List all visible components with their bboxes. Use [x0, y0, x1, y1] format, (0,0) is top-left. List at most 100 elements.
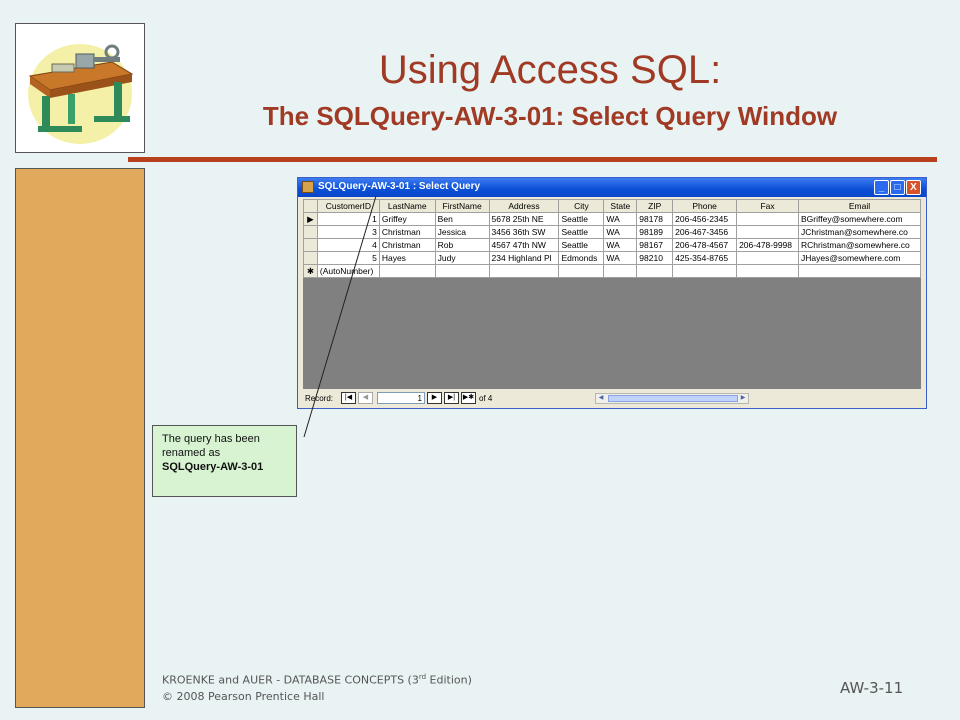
table-cell[interactable]	[736, 264, 800, 278]
table-cell[interactable]: 3456 36th SW	[488, 225, 560, 239]
table-cell[interactable]: Rob	[434, 238, 490, 252]
table-cell[interactable]: WA	[603, 238, 638, 252]
slide-title: Using Access SQL:	[378, 48, 722, 92]
table-cell[interactable]: JHayes@somewhere.com	[798, 251, 921, 265]
table-cell[interactable]	[736, 225, 800, 239]
table-cell[interactable]	[672, 264, 738, 278]
table-cell[interactable]: Griffey	[378, 212, 436, 226]
table-cell[interactable]: Ben	[434, 212, 490, 226]
table-row[interactable]: ▶ 1 Griffey Ben 5678 25th NE Seattle WA …	[303, 212, 921, 226]
current-record-input[interactable]	[377, 392, 425, 404]
next-record-button[interactable]: ▶	[427, 392, 442, 404]
table-cell[interactable]: WA	[603, 251, 638, 265]
table-cell[interactable]: 425-354-8765	[672, 251, 738, 265]
table-cell[interactable]: 3	[316, 225, 380, 239]
column-header[interactable]: Fax	[736, 199, 800, 213]
close-button[interactable]: X	[906, 180, 921, 195]
table-cell[interactable]: WA	[603, 212, 638, 226]
table-cell[interactable]: 1	[316, 212, 380, 226]
table-row[interactable]: 4 Christman Rob 4567 47th NW Seattle WA …	[303, 238, 921, 252]
window-titlebar[interactable]: SQLQuery-AW-3-01 : Select Query _ □ X	[298, 178, 926, 197]
table-cell[interactable]: 234 Highland Pl	[488, 251, 560, 265]
record-label: Record:	[305, 394, 334, 403]
record-navigation-bar: Record: |◀ ◀ ▶ ▶| ▶✱ of 4 ◀ ▶	[303, 391, 921, 406]
minimize-button[interactable]: _	[874, 180, 889, 195]
table-cell[interactable]: 4	[316, 238, 380, 252]
table-cell[interactable]: Seattle	[558, 225, 605, 239]
datasheet-grid: CustomerID LastName FirstName Address Ci…	[303, 199, 921, 278]
record-count: of 4	[479, 394, 493, 403]
table-cell[interactable]: Christman	[378, 238, 436, 252]
table-cell[interactable]: 98189	[636, 225, 674, 239]
table-cell[interactable]	[558, 264, 605, 278]
column-header[interactable]: ZIP	[636, 199, 674, 213]
table-cell[interactable]: Hayes	[378, 251, 436, 265]
record-selector[interactable]	[303, 251, 318, 265]
table-cell[interactable]: 98210	[636, 251, 674, 265]
table-cell[interactable]: 5	[316, 251, 380, 265]
window-title: SQLQuery-AW-3-01 : Select Query	[318, 181, 481, 192]
table-cell[interactable]: Jessica	[434, 225, 490, 239]
record-selector[interactable]: ▶	[303, 212, 318, 226]
table-cell[interactable]: 5678 25th NE	[488, 212, 560, 226]
title-rule	[128, 157, 937, 162]
horizontal-scrollbar[interactable]: ◀ ▶	[595, 393, 749, 404]
table-cell[interactable]	[736, 251, 800, 265]
table-cell[interactable]: (AutoNumber)	[316, 264, 380, 278]
record-selector[interactable]	[303, 238, 318, 252]
callout-note: The query has been renamed as SQLQuery-A…	[152, 425, 297, 497]
table-cell[interactable]	[636, 264, 674, 278]
new-record-selector[interactable]: ✱	[303, 264, 318, 278]
workbench-icon	[28, 44, 134, 144]
datasheet-area[interactable]: CustomerID LastName FirstName Address Ci…	[303, 199, 921, 389]
footer-line-1: KROENKE and AUER - DATABASE CONCEPTS (3r…	[162, 673, 472, 687]
table-cell[interactable]: Seattle	[558, 212, 605, 226]
table-cell[interactable]	[798, 264, 921, 278]
table-cell[interactable]: Seattle	[558, 238, 605, 252]
column-header[interactable]: Address	[488, 199, 560, 213]
table-cell[interactable]	[434, 264, 490, 278]
table-cell[interactable]: 206-478-9998	[736, 238, 800, 252]
table-cell[interactable]: WA	[603, 225, 638, 239]
column-header[interactable]: CustomerID	[316, 199, 380, 213]
slide-number: AW-3-11	[840, 679, 904, 697]
table-cell[interactable]	[603, 264, 638, 278]
maximize-button[interactable]: □	[890, 180, 905, 195]
previous-record-button[interactable]: ◀	[358, 392, 373, 404]
scroll-left-icon[interactable]: ◀	[596, 394, 606, 403]
query-window[interactable]: SQLQuery-AW-3-01 : Select Query _ □ X Cu…	[297, 177, 927, 409]
table-cell[interactable]: Edmonds	[558, 251, 605, 265]
new-record-row[interactable]: ✱ (AutoNumber)	[303, 264, 921, 278]
table-row[interactable]: 5 Hayes Judy 234 Highland Pl Edmonds WA …	[303, 251, 921, 265]
table-cell[interactable]: 206-478-4567	[672, 238, 738, 252]
table-row[interactable]: 3 Christman Jessica 3456 36th SW Seattle…	[303, 225, 921, 239]
table-cell[interactable]: 206-456-2345	[672, 212, 738, 226]
column-header[interactable]: City	[558, 199, 605, 213]
table-cell[interactable]	[378, 264, 436, 278]
slide-subtitle: The SQLQuery-AW-3-01: Select Query Windo…	[262, 101, 838, 131]
table-cell[interactable]: Judy	[434, 251, 490, 265]
table-cell[interactable]: 98167	[636, 238, 674, 252]
column-header[interactable]: LastName	[378, 199, 436, 213]
scrollbar-thumb[interactable]	[608, 395, 738, 402]
table-cell[interactable]: Christman	[378, 225, 436, 239]
table-cell[interactable]: BGriffey@somewhere.com	[798, 212, 921, 226]
table-cell[interactable]: RChristman@somewhere.co	[798, 238, 921, 252]
column-header[interactable]: Phone	[672, 199, 738, 213]
column-header[interactable]: FirstName	[434, 199, 490, 213]
table-cell[interactable]	[488, 264, 560, 278]
footer-line-2: © 2008 Pearson Prentice Hall	[162, 689, 325, 703]
scroll-right-icon[interactable]: ▶	[738, 394, 748, 403]
column-header[interactable]: Email	[798, 199, 921, 213]
table-cell[interactable]: 4567 47th NW	[488, 238, 560, 252]
table-cell[interactable]: 98178	[636, 212, 674, 226]
table-cell[interactable]: JChristman@somewhere.co	[798, 225, 921, 239]
last-record-button[interactable]: ▶|	[444, 392, 459, 404]
column-header[interactable]: State	[603, 199, 638, 213]
record-selector[interactable]	[303, 225, 318, 239]
corner-cell[interactable]	[303, 199, 318, 213]
first-record-button[interactable]: |◀	[341, 392, 356, 404]
table-cell[interactable]	[736, 212, 800, 226]
new-record-button[interactable]: ▶✱	[461, 392, 476, 404]
table-cell[interactable]: 206-467-3456	[672, 225, 738, 239]
